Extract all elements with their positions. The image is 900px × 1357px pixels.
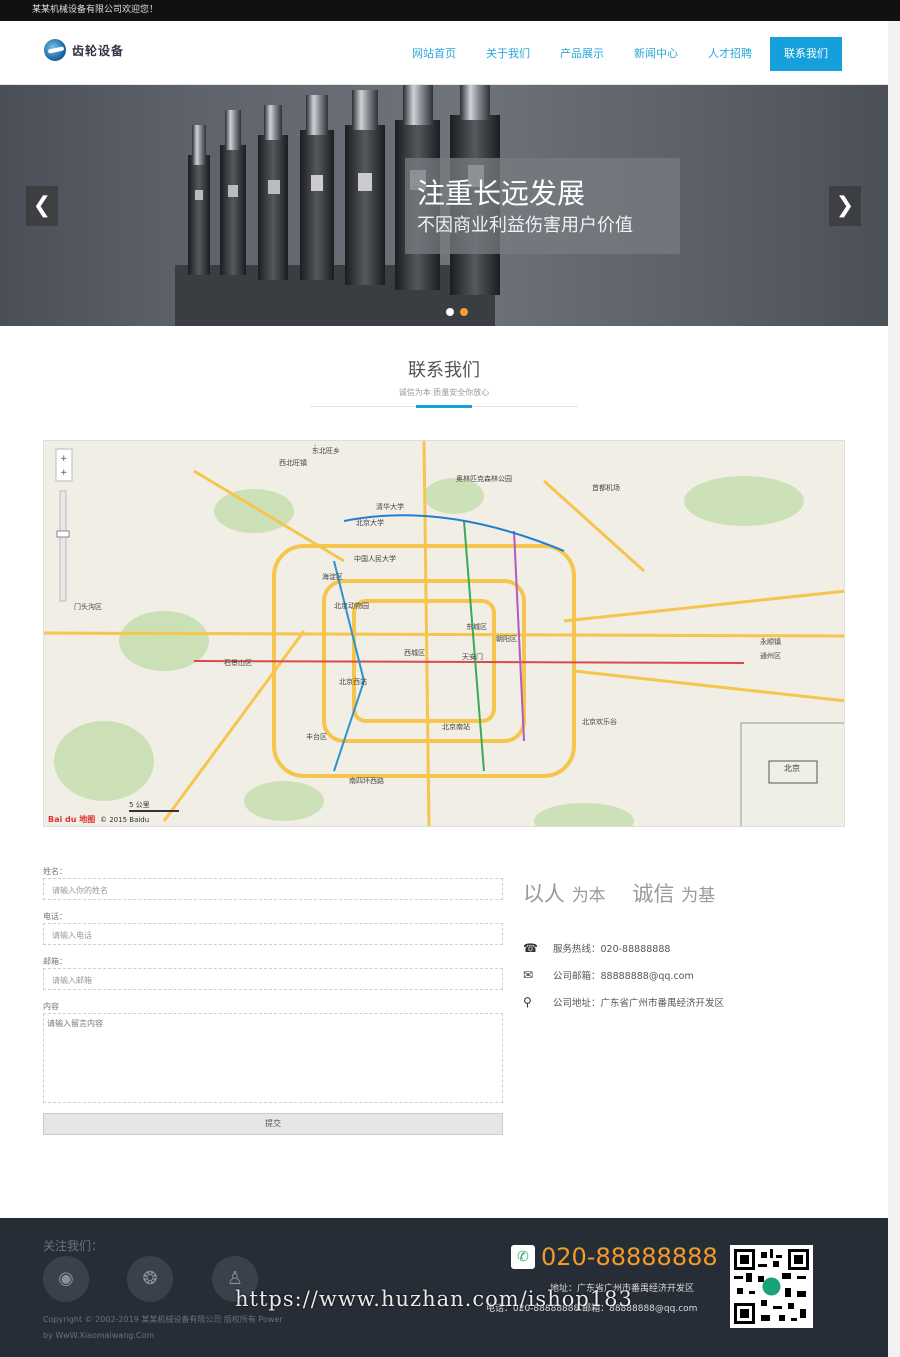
banner-prev-arrow[interactable]: ❮ — [26, 186, 58, 226]
logo-icon — [44, 39, 66, 61]
phone-icon: ✆ — [511, 1245, 535, 1269]
email-text: 公司邮箱：88888888@qq.com — [553, 970, 694, 982]
info-row-email: ✉ 公司邮箱：88888888@qq.com — [523, 961, 724, 988]
map-label: 天安门 — [462, 652, 483, 661]
map-label: 西北旺镇 — [279, 458, 307, 467]
header: 齿轮设备 网站首页 关于我们 产品展示 新闻中心 人才招聘 联系我们 — [0, 21, 900, 85]
baidu-map[interactable]: . 东北旺乡 西北旺镇 奥林匹克森林公园 清华大学 北京大学 中国人民大学 海淀… — [43, 440, 845, 827]
map-label: 北京动物园 — [334, 601, 369, 610]
map-copyright: © 2015 Baidu — [100, 816, 149, 824]
footer-hotline: ✆ 020-88888888 — [511, 1243, 718, 1271]
banner-subtitle: 不因商业利益伤害用户价值 — [417, 215, 633, 236]
qr-code-image — [734, 1249, 809, 1324]
phone-input[interactable]: 请输入电话 — [43, 923, 503, 945]
contact-info: 以人 为本 诚信 为基 ☎ 服务热线：020-88888888 ✉ 公司邮箱：8… — [523, 878, 724, 1015]
nav-item-news[interactable]: 新闻中心 — [622, 37, 690, 71]
message-form: 姓名： 请输入你的姓名 电话： 请输入电话 邮箱： 请输入邮箱 内容 请输入留言… — [43, 866, 503, 1135]
map-label: 石景山区 — [224, 658, 252, 667]
address-text: 公司地址：广东省广州市番禺经济开发区 — [553, 997, 725, 1009]
footer-copyright: Copyright © 2002-2019 某某机械设备有限公司 版权所有 Po… — [43, 1312, 283, 1344]
slogan-part: 为基 — [681, 886, 716, 906]
slogan-part: 为本 — [571, 886, 606, 906]
banner-dot-2[interactable] — [460, 308, 468, 316]
banner-next-arrow[interactable]: ❯ — [829, 186, 861, 226]
map-overview-label: 北京 — [784, 763, 800, 773]
map-label: 通州区 — [760, 651, 781, 660]
map-label: 北京南站 — [442, 722, 470, 731]
logo[interactable]: 齿轮设备 — [44, 39, 124, 61]
banner-title: 注重长远发展 — [417, 177, 586, 210]
slogan: 以人 为本 诚信 为基 — [523, 878, 724, 908]
watermark-text: https://www.huzhan.com/ishop183 — [235, 1287, 633, 1311]
nav-item-home[interactable]: 网站首页 — [400, 37, 468, 71]
name-input[interactable]: 请输入你的姓名 — [43, 878, 503, 900]
logo-text: 齿轮设备 — [72, 43, 125, 58]
slogan-part: 以人 — [523, 882, 565, 906]
main-nav: 网站首页 关于我们 产品展示 新闻中心 人才招聘 联系我们 — [394, 37, 842, 71]
map-label: 东城区 — [466, 622, 487, 631]
copyright-text: Copyright © 2002-2019 某某机械设备有限公司 版权所有 Po… — [43, 1315, 283, 1324]
map-canvas[interactable]: . 东北旺乡 西北旺镇 奥林匹克森林公园 清华大学 北京大学 中国人民大学 海淀… — [44, 441, 845, 827]
map-pin-icon: ⚲ — [523, 994, 532, 1009]
phone-label: 电话： — [43, 912, 67, 921]
nav-item-jobs[interactable]: 人才招聘 — [696, 37, 764, 71]
content-label: 内容 — [43, 1002, 59, 1011]
slogan-part: 诚信 — [632, 882, 675, 906]
info-row-address: ⚲ 公司地址：广东省广州市番禺经济开发区 — [523, 988, 724, 1015]
envelope-icon: ✉ — [523, 967, 534, 982]
phone-icon: ☎ — [523, 940, 538, 955]
map-label: 朝阳区 — [496, 634, 517, 643]
map-label: 首都机场 — [592, 483, 620, 492]
map-label: 西城区 — [404, 649, 425, 657]
map-scale-text: 5 公里 — [129, 801, 150, 809]
svg-text:+: + — [60, 454, 68, 464]
weibo-icon[interactable]: ◉ — [43, 1256, 89, 1302]
map-label: 中国人民大学 — [354, 554, 396, 563]
map-label: 丰台区 — [306, 732, 327, 741]
svg-text:+: + — [60, 468, 68, 478]
section-subtitle: 诚信为本·质量安全你放心 — [398, 388, 490, 397]
map-label: 南四环西路 — [349, 776, 384, 785]
map-label: 永顺镇 — [760, 637, 781, 646]
content-textarea[interactable]: 请输入留言内容 — [43, 1013, 503, 1103]
banner-dots — [446, 308, 468, 316]
map-overview[interactable]: 北京 — [740, 722, 845, 827]
follow-us-label: 关注我们： — [43, 1239, 104, 1253]
map-label: 海淀区 — [322, 572, 343, 581]
name-label: 姓名： — [43, 867, 67, 876]
email-label: 邮箱： — [43, 957, 67, 966]
nav-item-about[interactable]: 关于我们 — [474, 37, 542, 71]
qr-code — [730, 1245, 813, 1328]
banner-caption: 注重长远发展 不因商业利益伤害用户价值 — [405, 158, 680, 254]
powered-by-link[interactable]: by WwW.Xiaomaiwang.Com — [43, 1328, 283, 1344]
map-label: 北京西站 — [339, 677, 367, 686]
map-label: 东北旺乡 — [312, 446, 340, 455]
email-input[interactable]: 请输入邮箱 — [43, 968, 503, 990]
top-bar: 某某机械设备有限公司欢迎您！ — [0, 0, 900, 21]
submit-button[interactable]: 提交 — [43, 1113, 503, 1135]
map-label: 奥林匹克森林公园 — [456, 474, 512, 483]
banner-slider: ❮ ❯ 注重长远发展 不因商业利益伤害用户价值 — [0, 85, 900, 326]
section-divider-accent — [416, 405, 472, 408]
map-label: 门头沟区 — [74, 602, 102, 611]
contact-section: 联系我们 诚信为本·质量安全你放心 . 东北旺乡 西北旺镇 奥林匹克森林公园 清… — [0, 326, 900, 1218]
section-title: 联系我们 — [408, 360, 480, 381]
map-label: 北京大学 — [356, 518, 384, 527]
info-row-hotline: ☎ 服务热线：020-88888888 — [523, 934, 724, 961]
banner-dot-1[interactable] — [446, 308, 454, 316]
nav-item-products[interactable]: 产品展示 — [548, 37, 616, 71]
page-edge — [888, 21, 900, 1357]
welcome-text: 某某机械设备有限公司欢迎您！ — [32, 5, 159, 15]
map-label: 北京欢乐谷 — [582, 717, 617, 726]
nav-item-contact[interactable]: 联系我们 — [770, 37, 842, 71]
footer-hotline-number: 020-88888888 — [541, 1243, 718, 1271]
wechat-icon[interactable]: ❂ — [127, 1256, 173, 1302]
map-label: 清华大学 — [376, 502, 404, 511]
baidu-logo: Bai du 地图 — [48, 814, 95, 824]
hotline-text: 服务热线：020-88888888 — [553, 943, 671, 955]
